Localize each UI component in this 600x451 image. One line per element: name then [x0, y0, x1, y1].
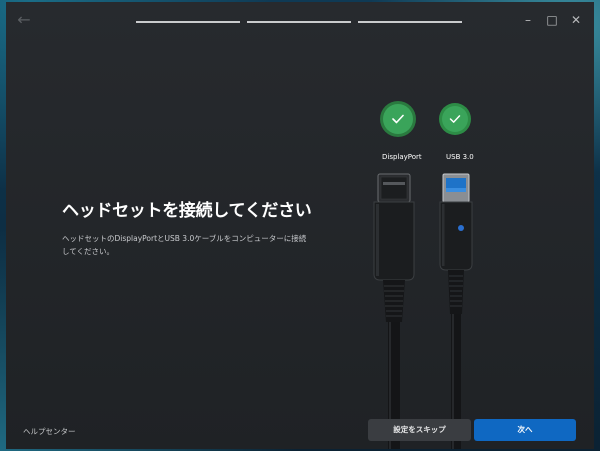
skip-setup-button[interactable]: 設定をスキップ [368, 419, 471, 441]
displayport-status-check-icon [383, 104, 413, 134]
title-bar: ← – □ ✕ [6, 2, 594, 38]
progress-indicator [136, 21, 462, 23]
back-button[interactable]: ← [14, 10, 34, 30]
maximize-button[interactable]: □ [543, 12, 561, 28]
page-title: ヘッドセットを接続してください [62, 201, 312, 221]
usb-label: USB 3.0 [446, 153, 474, 161]
progress-step [247, 21, 351, 23]
usb-status-check-icon [442, 106, 468, 132]
displayport-label: DisplayPort [382, 153, 422, 161]
close-icon: ✕ [570, 13, 582, 27]
progress-step [358, 21, 462, 23]
setup-window: ← – □ ✕ ヘッドセットを接続してください ヘッドセットのDisplayPo… [6, 2, 594, 449]
minimize-button[interactable]: – [519, 12, 537, 28]
close-button[interactable]: ✕ [567, 12, 585, 28]
progress-step [136, 21, 240, 23]
displayport-cable-image [373, 173, 415, 449]
usb-cable-image [439, 173, 473, 449]
minimize-icon: – [525, 13, 531, 27]
instruction-text: ヘッドセットのDisplayPortとUSB 3.0ケーブルをコンピューターに接… [62, 234, 307, 256]
maximize-icon: □ [546, 13, 558, 27]
help-center-link[interactable]: ヘルプセンター [23, 426, 76, 437]
arrow-left-icon: ← [17, 10, 31, 29]
next-button[interactable]: 次へ [474, 419, 576, 441]
